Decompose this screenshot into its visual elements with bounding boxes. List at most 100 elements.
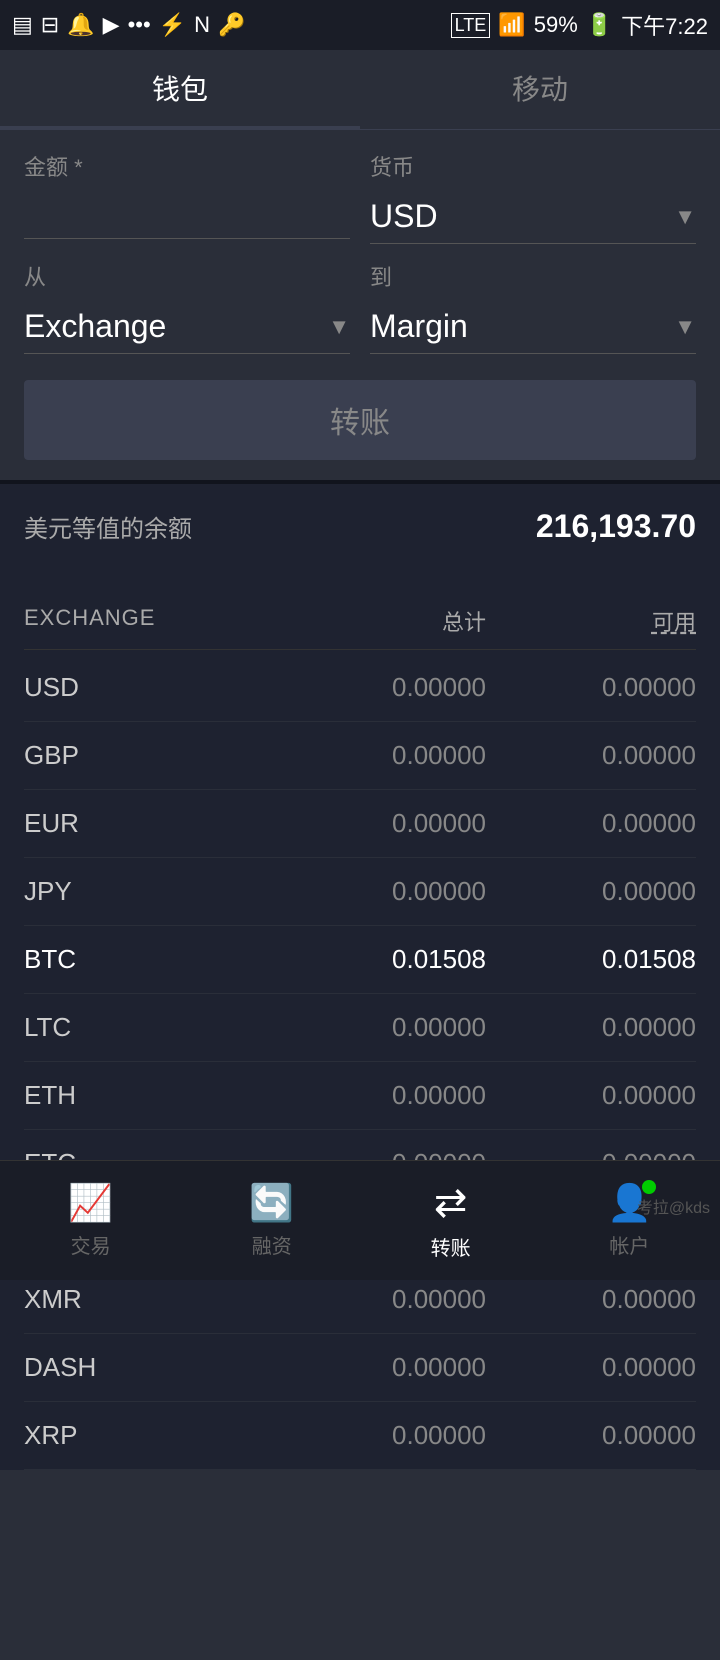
currency-name: LTC (24, 1012, 276, 1043)
nav-trade[interactable]: 📈 交易 (68, 1182, 113, 1259)
currency-name: USD (24, 672, 276, 703)
tab-wallet[interactable]: 钱包 (0, 50, 360, 129)
currency-available: 0.00000 (486, 1012, 696, 1043)
status-icons-right: LTE 📶 59% 🔋 下午7:22 (451, 9, 708, 41)
online-indicator (642, 1180, 656, 1194)
currency-total: 0.00000 (276, 1012, 486, 1043)
currency-group: 货币 USD ▼ (370, 150, 696, 244)
to-arrow-icon: ▼ (674, 314, 696, 340)
currency-rows: USD 0.00000 0.00000 GBP 0.00000 0.00000 … (24, 654, 696, 1470)
nav-transfer-label: 转账 (431, 1232, 471, 1261)
amount-label: 金额 * (24, 150, 350, 182)
to-label: 到 (370, 260, 696, 292)
table-header: EXCHANGE 总计 可用 (24, 593, 696, 650)
currency-available: 0.00000 (486, 1352, 696, 1383)
currency-select[interactable]: USD ▼ (370, 190, 696, 244)
currency-total: 0.00000 (276, 1080, 486, 1111)
currency-name: JPY (24, 876, 276, 907)
battery-icon: 🔋 (586, 12, 613, 38)
currency-name: BTC (24, 944, 276, 975)
table-row: JPY 0.00000 0.00000 (24, 858, 696, 926)
from-arrow-icon: ▼ (328, 314, 350, 340)
currency-arrow-icon: ▼ (674, 204, 696, 230)
time-display: 下午7:22 (621, 9, 708, 41)
app-icon: ⊟ (41, 12, 59, 38)
bottom-nav: 📈 交易 🔄 融资 ⇄ 转账 👤 帐户 (0, 1160, 720, 1280)
balance-label: 美元等值的余额 (24, 509, 192, 544)
to-select[interactable]: Margin ▼ (370, 300, 696, 354)
nfc-icon: N (194, 12, 210, 38)
amount-group: 金额 * (24, 150, 350, 244)
currency-name: ETH (24, 1080, 276, 1111)
from-select[interactable]: Exchange ▼ (24, 300, 350, 354)
currency-total: 0.00000 (276, 808, 486, 839)
currency-total: 0.01508 (276, 944, 486, 975)
currency-available: 0.00000 (486, 808, 696, 839)
currency-total: 0.00000 (276, 740, 486, 771)
nav-finance-label: 融资 (252, 1230, 292, 1259)
balance-section: 美元等值的余额 216,193.70 (0, 480, 720, 593)
table-row: ETH 0.00000 0.00000 (24, 1062, 696, 1130)
form-row-2: 从 Exchange ▼ 到 Margin ▼ (24, 260, 696, 354)
currency-table: EXCHANGE 总计 可用 USD 0.00000 0.00000 GBP 0… (0, 593, 720, 1470)
signal-bars: 📶 (498, 12, 525, 38)
main-tab-bar: 钱包 移动 (0, 50, 720, 130)
transfer-form: 金额 * 货币 USD ▼ 从 Exchange ▼ 到 (0, 130, 720, 480)
to-value: Margin (370, 308, 468, 345)
nav-finance[interactable]: 🔄 融资 (249, 1182, 294, 1259)
key-icon: 🔑 (218, 12, 245, 38)
currency-available: 0.00000 (486, 1080, 696, 1111)
currency-total: 0.00000 (276, 876, 486, 907)
balance-value: 216,193.70 (536, 508, 696, 545)
send-icon: ▶ (103, 12, 120, 38)
lte-icon: LTE (451, 13, 491, 38)
notification-icon: ▤ (12, 12, 33, 38)
currency-name: XMR (24, 1284, 276, 1315)
from-group: 从 Exchange ▼ (24, 260, 350, 354)
from-label: 从 (24, 260, 350, 292)
currency-available: 0.00000 (486, 1284, 696, 1315)
table-row: USD 0.00000 0.00000 (24, 654, 696, 722)
amount-input[interactable] (24, 190, 350, 239)
currency-available: 0.01508 (486, 944, 696, 975)
col-available-header: 可用 (486, 605, 696, 637)
currency-name: GBP (24, 740, 276, 771)
trade-icon: 📈 (68, 1182, 113, 1224)
currency-name: XRP (24, 1420, 276, 1451)
currency-total: 0.00000 (276, 1352, 486, 1383)
currency-total: 0.00000 (276, 1420, 486, 1451)
finance-icon: 🔄 (249, 1182, 294, 1224)
currency-available: 0.00000 (486, 1420, 696, 1451)
table-row: GBP 0.00000 0.00000 (24, 722, 696, 790)
transfer-button[interactable]: 转账 (24, 380, 696, 460)
table-row: EUR 0.00000 0.00000 (24, 790, 696, 858)
tab-move[interactable]: 移动 (360, 50, 720, 129)
nav-account-label: 帐户 (609, 1230, 649, 1259)
from-value: Exchange (24, 308, 166, 345)
currency-name: DASH (24, 1352, 276, 1383)
currency-value: USD (370, 198, 438, 235)
currency-total: 0.00000 (276, 672, 486, 703)
status-icons-left: ▤ ⊟ 🔔 ▶ ••• ⚡ N 🔑 (12, 12, 245, 38)
currency-available: 0.00000 (486, 740, 696, 771)
bluetooth-icon: ⚡ (159, 12, 186, 38)
currency-name: EUR (24, 808, 276, 839)
table-row: XRP 0.00000 0.00000 (24, 1402, 696, 1470)
more-icon: ••• (128, 12, 151, 38)
currency-available: 0.00000 (486, 672, 696, 703)
col-total-header: 总计 (276, 605, 486, 637)
transfer-icon: ⇄ (434, 1180, 468, 1226)
currency-available: 0.00000 (486, 876, 696, 907)
table-row: DASH 0.00000 0.00000 (24, 1334, 696, 1402)
nav-transfer[interactable]: ⇄ 转账 (431, 1180, 471, 1261)
battery-percent: 59% (534, 12, 578, 38)
table-row: BTC 0.01508 0.01508 (24, 926, 696, 994)
watermark: 考拉@kds (637, 1194, 710, 1218)
nav-trade-label: 交易 (71, 1230, 111, 1259)
balance-row: 美元等值的余额 216,193.70 (24, 508, 696, 545)
col-exchange-header: EXCHANGE (24, 605, 276, 637)
form-row-1: 金额 * 货币 USD ▼ (24, 150, 696, 244)
alert-icon: 🔔 (67, 12, 94, 38)
currency-total: 0.00000 (276, 1284, 486, 1315)
to-group: 到 Margin ▼ (370, 260, 696, 354)
